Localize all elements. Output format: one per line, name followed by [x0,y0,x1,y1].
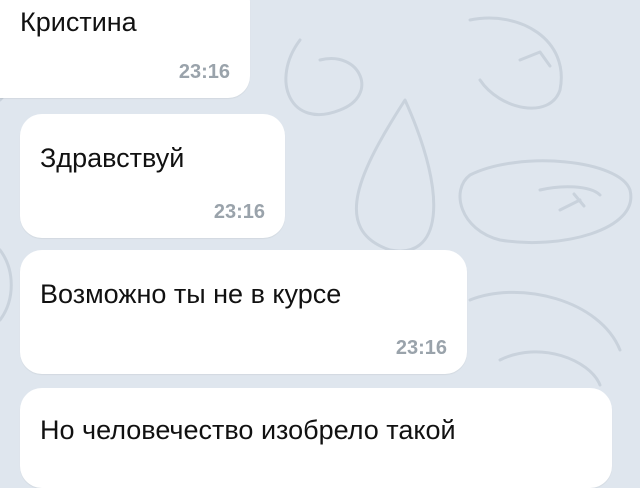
message-text: Возможно ты не в курсе [40,279,342,309]
message-timestamp: 23:16 [395,337,447,359]
message-text: Здравствуй [40,143,185,173]
message-timestamp: 23:16 [178,61,230,83]
message-text: Но человечество изобрело такой [40,415,456,445]
message-bubble[interactable]: Здравствуй 23:16 [20,114,285,238]
message-bubble[interactable]: Но человечество изобрело такой [20,388,612,488]
message-timestamp: 23:16 [213,201,265,223]
message-text: Кристина [20,7,137,37]
message-bubble[interactable]: Возможно ты не в курсе 23:16 [20,250,467,374]
message-bubble[interactable]: Кристина 23:16 [0,0,250,98]
